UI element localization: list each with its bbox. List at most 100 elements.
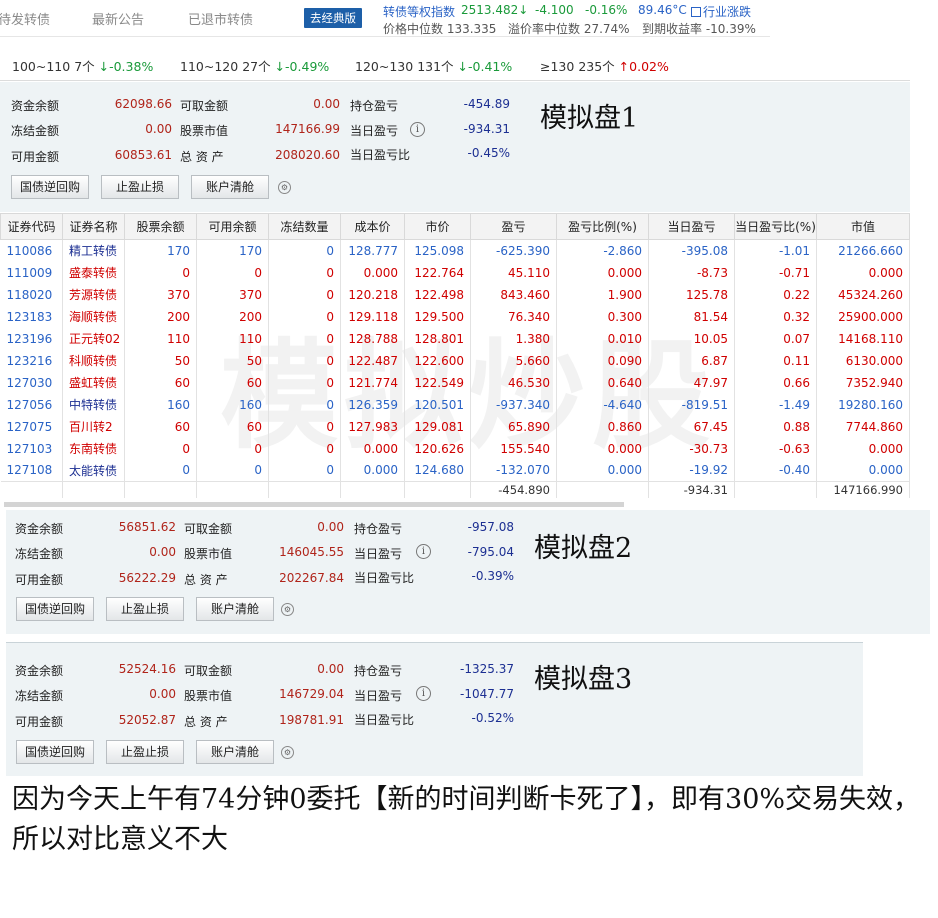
- column-header[interactable]: 当日盈亏比(%): [734, 213, 817, 240]
- cell-value: 45324.260: [816, 283, 910, 306]
- value-available: 52052.87: [118, 713, 176, 727]
- table-row[interactable]: 118020 芳源转债 370 370 0 120.218 122.498 843.460 1.…: [0, 283, 910, 306]
- cell-day_pl: -8.73: [648, 261, 735, 284]
- reverse-repo-button[interactable]: 国债逆回购: [11, 175, 89, 199]
- reverse-repo-button[interactable]: 国债逆回购: [16, 740, 94, 764]
- settings-icon[interactable]: ⚙: [281, 603, 294, 616]
- column-header[interactable]: 盈亏: [470, 213, 557, 240]
- take-profit-stop-loss-button[interactable]: 止盈止损: [101, 175, 179, 199]
- cell-price: 122.498: [404, 283, 471, 306]
- tab-latest-announcements[interactable]: 最新公告: [92, 9, 144, 28]
- label-withdrawable: 可取金额: [184, 664, 233, 678]
- value-position-pl: -1325.37: [460, 662, 514, 676]
- value-today-pl: -934.31: [463, 122, 510, 136]
- totals-row: -454.890 -934.31 147166.990: [0, 481, 910, 498]
- total-cell-cost: [340, 481, 405, 498]
- dist-130-plus[interactable]: ≥130 235个 ↑0.02%: [540, 56, 669, 75]
- clear-account-button[interactable]: 账户清舱: [196, 597, 274, 621]
- settings-icon[interactable]: ⚙: [278, 181, 291, 194]
- cell-pl: 45.110: [470, 261, 557, 284]
- table-row[interactable]: 110086 精工转债 170 170 0 128.777 125.098 -625.390-…: [0, 239, 910, 262]
- column-header[interactable]: 成本价: [340, 213, 405, 240]
- dist-change: ↓-0.49%: [274, 59, 330, 74]
- table-row[interactable]: 123183 海顺转债 200 200 0 129.118 129.500 76.340 0.3…: [0, 305, 910, 328]
- table-row[interactable]: 127075 百川转2 60 60 0 127.983 129.081 65.890 0.860…: [0, 415, 910, 438]
- tab-delisted-bonds[interactable]: 已退市转债: [188, 9, 253, 28]
- cell-day_pl: -30.73: [648, 437, 735, 460]
- cell-code: 123183: [0, 305, 63, 328]
- total-cell-pl_pct: [556, 481, 649, 498]
- label-withdrawable: 可取金额: [184, 522, 233, 536]
- chart-icon: [691, 7, 701, 17]
- label-available: 可用金额: [11, 150, 60, 164]
- total-cell-day_pl: -934.31: [648, 481, 735, 498]
- dist-100-110[interactable]: 100~110 7个 ↓-0.38%: [12, 56, 153, 75]
- cell-frozen: 0: [268, 283, 341, 306]
- classic-version-button[interactable]: 去经典版: [304, 8, 362, 28]
- label-today-pl: 当日盈亏: [354, 547, 403, 561]
- cell-frozen: 0: [268, 459, 341, 482]
- table-row[interactable]: 127103 东南转债 0 0 0 0.000 120.626 155.540 0.000 -30…: [0, 437, 910, 460]
- clear-account-button[interactable]: 账户清舱: [191, 175, 269, 199]
- table-row[interactable]: 127056 中特转债 160 160 0 126.359 120.501 -937.340-…: [0, 393, 910, 416]
- cell-day_pct: 0.32: [734, 305, 817, 328]
- cell-day_pct: 0.11: [734, 349, 817, 372]
- column-header[interactable]: 市价: [404, 213, 471, 240]
- dist-range: 100~110: [12, 59, 71, 74]
- column-header[interactable]: 可用余额: [196, 213, 269, 240]
- cell-bal: 370: [124, 283, 197, 306]
- cell-pl_pct: 0.000: [556, 437, 649, 460]
- settings-icon[interactable]: ⚙: [281, 746, 294, 759]
- column-header[interactable]: 冻结数量: [268, 213, 341, 240]
- industry-change-label: 行业涨跌: [703, 5, 752, 19]
- market-temperature: 89.46°C: [638, 3, 687, 17]
- cell-name: 东南转债: [62, 437, 125, 460]
- column-header[interactable]: 证券名称: [62, 213, 125, 240]
- cell-cost: 120.218: [340, 283, 405, 306]
- clear-account-button[interactable]: 账户清舱: [196, 740, 274, 764]
- cell-code: 127075: [0, 415, 63, 438]
- horizontal-scrollbar[interactable]: [4, 502, 624, 507]
- label-withdrawable: 可取金额: [180, 99, 229, 113]
- cell-price: 122.549: [404, 371, 471, 394]
- cell-cost: 122.487: [340, 349, 405, 372]
- industry-change-link[interactable]: 行业涨跌: [691, 3, 751, 20]
- column-header[interactable]: 证券代码: [0, 213, 63, 240]
- cell-pl_pct: 0.300: [556, 305, 649, 328]
- cell-frozen: 0: [268, 393, 341, 416]
- label-total-assets: 总 资 产: [184, 715, 228, 729]
- label-position-pl: 持仓盈亏: [354, 522, 403, 536]
- dist-110-120[interactable]: 110~120 27个 ↓-0.49%: [180, 56, 329, 75]
- total-cell-frozen: [268, 481, 341, 498]
- table-row[interactable]: 127108 太能转债 0 0 0 0.000 124.680 -132.070 0.000 -1…: [0, 459, 910, 482]
- table-row[interactable]: 111009 盛泰转债 0 0 0 0.000 122.764 45.110 0.000 -8.7…: [0, 261, 910, 284]
- label-fund-balance: 资金余额: [15, 664, 64, 678]
- take-profit-stop-loss-button[interactable]: 止盈止损: [106, 597, 184, 621]
- label-today-pl-ratio: 当日盈亏比: [354, 713, 415, 727]
- cell-pl_pct: 1.900: [556, 283, 649, 306]
- column-header[interactable]: 盈亏比例(%): [556, 213, 649, 240]
- column-header[interactable]: 当日盈亏: [648, 213, 735, 240]
- cell-code: 127103: [0, 437, 63, 460]
- column-header[interactable]: 股票余额: [124, 213, 197, 240]
- tab-pending-bonds[interactable]: 待发转债: [0, 9, 50, 28]
- value-stock-value: 146045.55: [279, 545, 344, 559]
- total-cell-price: [404, 481, 471, 498]
- value-fund-balance: 62098.66: [114, 97, 172, 111]
- cell-pl: 843.460: [470, 283, 557, 306]
- info-icon[interactable]: i: [416, 686, 431, 701]
- dist-120-130[interactable]: 120~130 131个 ↓-0.41%: [355, 56, 512, 75]
- take-profit-stop-loss-button[interactable]: 止盈止损: [106, 740, 184, 764]
- cell-day_pl: -19.92: [648, 459, 735, 482]
- label-total-assets: 总 资 产: [184, 573, 228, 587]
- reverse-repo-button[interactable]: 国债逆回购: [16, 597, 94, 621]
- info-icon[interactable]: i: [410, 122, 425, 137]
- cell-price: 120.626: [404, 437, 471, 460]
- cell-bal: 110: [124, 327, 197, 350]
- column-header[interactable]: 市值: [816, 213, 910, 240]
- cell-day_pct: 0.22: [734, 283, 817, 306]
- info-icon[interactable]: i: [416, 544, 431, 559]
- table-row[interactable]: 123216 科顺转债 50 50 0 122.487 122.600 5.660 0.090 6…: [0, 349, 910, 372]
- table-row[interactable]: 127030 盛虹转债 60 60 0 121.774 122.549 46.530 0.640…: [0, 371, 910, 394]
- table-row[interactable]: 123196 正元转02 110 110 0 128.788 128.801 1.380 0.0…: [0, 327, 910, 350]
